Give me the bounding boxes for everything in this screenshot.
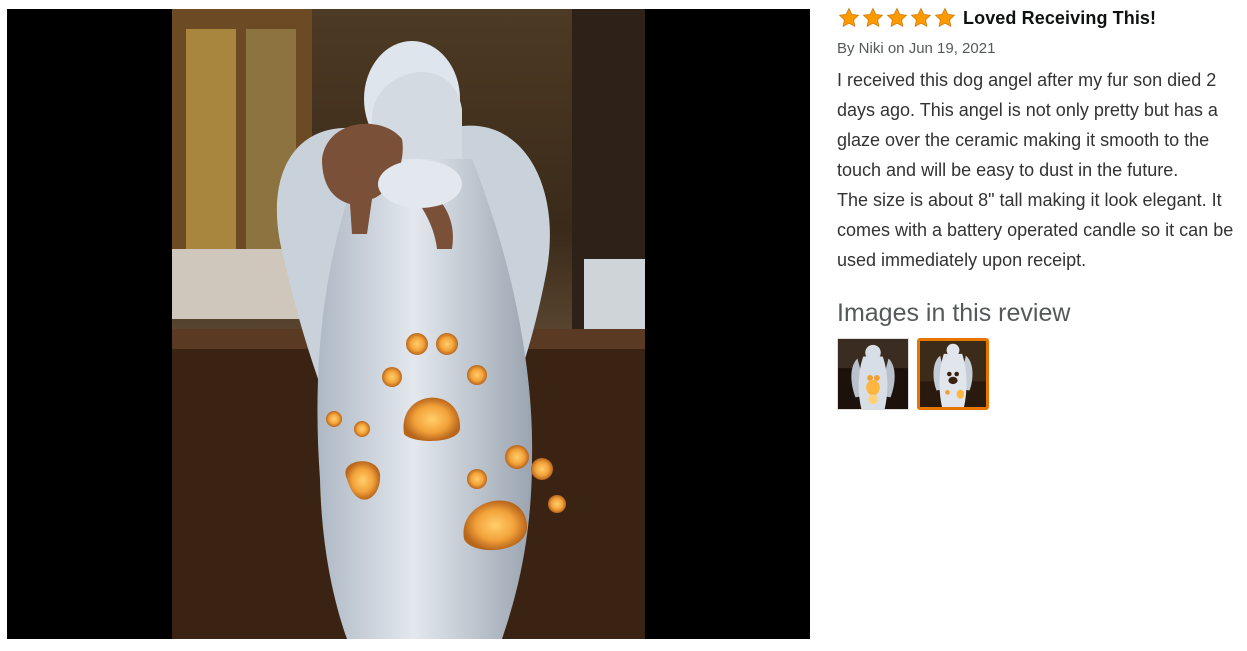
- star-icon: [886, 7, 908, 28]
- review-thumbnail-2[interactable]: [917, 338, 989, 410]
- review-panel: Loved Receiving This! By Niki on Jun 19,…: [837, 7, 1237, 410]
- thumbnail-image: [838, 339, 908, 409]
- star-icon: [934, 7, 956, 28]
- review-byline: By Niki on Jun 19, 2021: [837, 40, 996, 57]
- review-thumbnails: [837, 338, 1237, 410]
- review-photo-large[interactable]: [172, 9, 645, 639]
- thumbnail-image: [920, 341, 986, 407]
- review-body: I received this dog angel after my fur s…: [837, 65, 1237, 275]
- review-paragraph: I received this dog angel after my fur s…: [837, 70, 1218, 180]
- review-paragraph: The size is about 8" tall making it look…: [837, 190, 1234, 270]
- star-icon: [838, 7, 860, 28]
- images-section-heading: Images in this review: [837, 299, 1071, 327]
- image-viewer: [7, 9, 810, 639]
- angel-figurine-illustration: [172, 9, 645, 639]
- review-headline: Loved Receiving This!: [837, 7, 1237, 29]
- star-icon: [862, 7, 884, 28]
- review-title: Loved Receiving This!: [963, 7, 1157, 28]
- review-thumbnail-1[interactable]: [837, 338, 909, 410]
- star-rating: [837, 7, 957, 29]
- star-icon: [910, 7, 932, 28]
